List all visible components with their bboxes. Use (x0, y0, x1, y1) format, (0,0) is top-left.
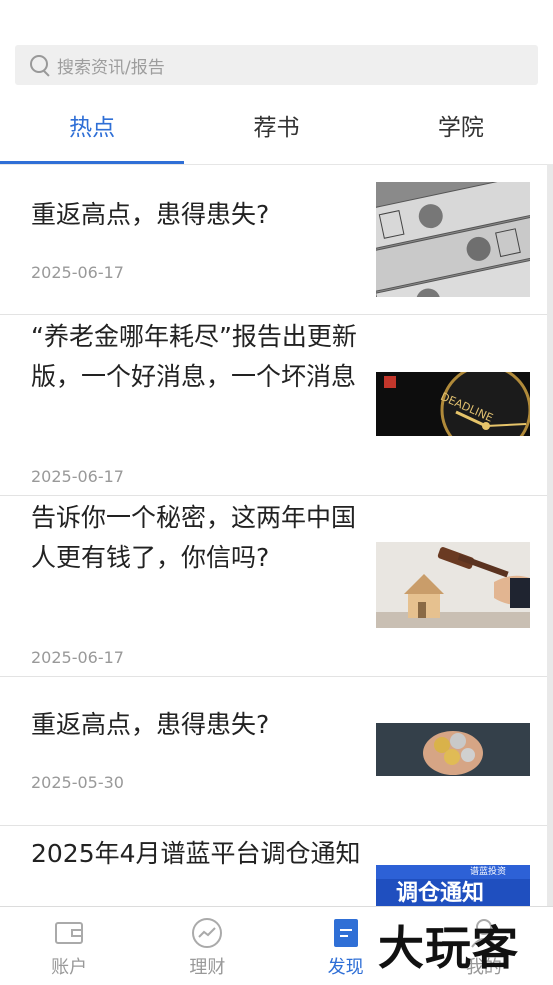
dollar-bills-image (376, 182, 530, 297)
tabbar-label: 账户 (51, 957, 88, 978)
tab-hot[interactable]: 热点 (0, 100, 185, 164)
list-item[interactable]: “养老金哪年耗尽”报告出更新版，一个好消息，一个坏消息 2025-06-17 D… (0, 315, 553, 496)
search-icon (29, 54, 51, 77)
scrollbar[interactable] (547, 164, 553, 906)
search-placeholder: 搜索资讯/报告 (57, 57, 165, 78)
article-date: 2025-06-17 (31, 467, 124, 486)
article-title: 重返高点，患得患失? (31, 200, 270, 229)
list-item[interactable]: 2025年4月谱蓝平台调仓通知 谱蓝投资 调仓通知 (0, 826, 553, 907)
tabbar-label: 理财 (189, 957, 226, 978)
document-icon (330, 917, 362, 949)
article-list: 重返高点，患得患失? 2025-06-17 “养老金哪年耗尽”报告出更新版，一个… (0, 164, 553, 907)
article-title: 2025年4月谱蓝平台调仓通知 (31, 839, 361, 868)
article-title: 告诉你一个秘密，这两年中国人更有钱了，你信吗? (31, 503, 357, 572)
list-item[interactable]: 重返高点，患得患失? 2025-06-17 (0, 165, 553, 315)
tabbar-item-account[interactable]: 账户 (0, 907, 138, 985)
article-date: 2025-05-30 (31, 773, 124, 792)
article-date: 2025-06-17 (31, 263, 124, 282)
article-title: “养老金哪年耗尽”报告出更新版，一个好消息，一个坏消息 (31, 322, 357, 391)
tabbar-item-finance[interactable]: 理财 (138, 907, 276, 985)
tab-academy[interactable]: 学院 (369, 100, 553, 164)
article-date: 2025-06-17 (31, 648, 124, 667)
thumb-headline: 调仓通知 (396, 881, 485, 906)
auction-gavel-house-image (376, 542, 530, 628)
wallet-icon (53, 917, 85, 949)
list-item[interactable]: 告诉你一个秘密，这两年中国人更有钱了，你信吗? 2025-06-17 (0, 496, 553, 677)
article-title: 重返高点，患得患失? (31, 710, 270, 739)
coins-in-hands-image (376, 723, 530, 776)
list-item[interactable]: 重返高点，患得患失? 2025-05-30 (0, 677, 553, 826)
watermark: 大玩客 (378, 921, 519, 975)
chart-trend-icon (191, 917, 223, 949)
search-input[interactable]: 搜索资讯/报告 (15, 45, 538, 85)
category-tabs: 热点 荐书 学院 (0, 100, 553, 164)
rebalance-notice-image: 谱蓝投资 调仓通知 (376, 865, 530, 907)
tab-books[interactable]: 荐书 (184, 100, 368, 164)
thumb-brand: 谱蓝 (469, 867, 488, 877)
deadline-clock-image: DEADLINE (376, 372, 530, 436)
thumb-brand-suffix: 投资 (487, 867, 506, 877)
